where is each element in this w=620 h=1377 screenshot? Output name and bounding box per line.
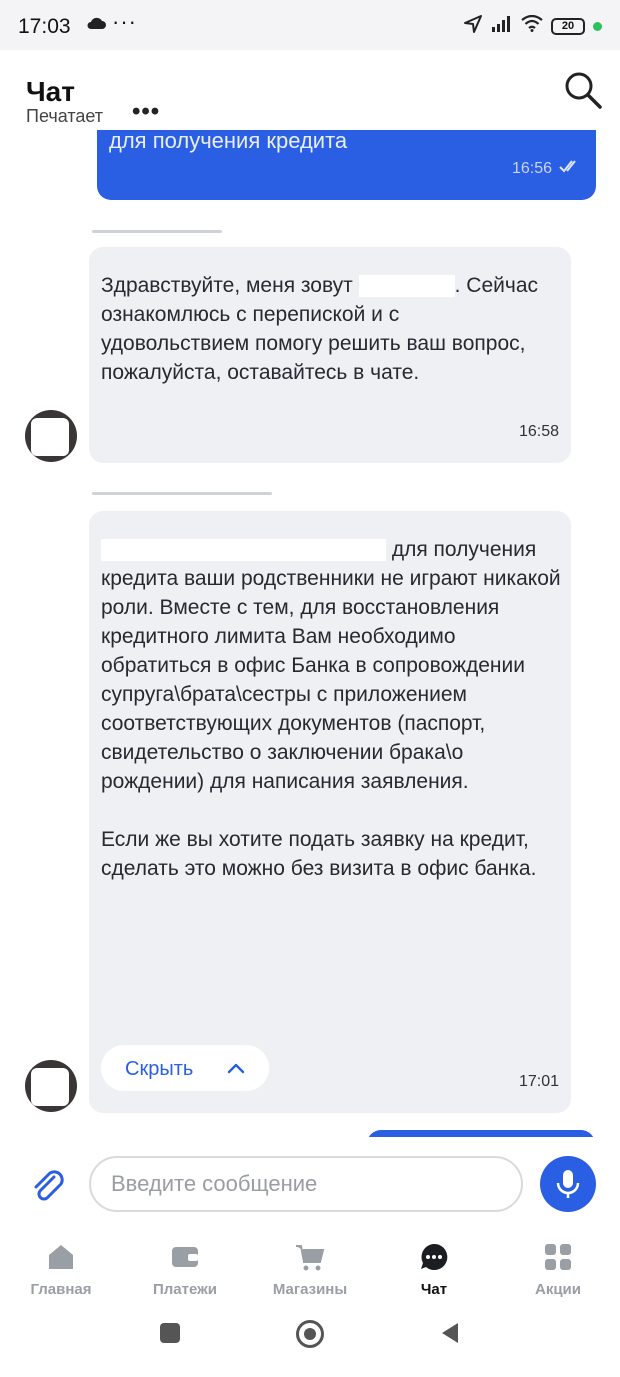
back-icon: [442, 1323, 458, 1343]
avatar: [25, 410, 77, 462]
cloud-icon: [86, 16, 106, 35]
incoming-message: Здравствуйте, меня зовут . Сейчас ознако…: [89, 247, 571, 463]
hide-button-label: Скрыть: [125, 1058, 194, 1080]
message-input[interactable]: [89, 1156, 523, 1212]
tab-shops[interactable]: Магазины: [255, 1241, 365, 1298]
grid-icon: [503, 1241, 613, 1273]
tab-payments[interactable]: Платежи: [130, 1241, 240, 1298]
status-time: 17:03: [18, 15, 71, 38]
back-button[interactable]: [440, 1321, 460, 1350]
search-icon: [565, 72, 602, 109]
recent-apps-button[interactable]: [160, 1323, 180, 1343]
message-text: для получения кредита ваши родственники …: [101, 538, 561, 793]
status-bar: 17:03 ··· 20: [0, 0, 620, 50]
outgoing-message-partial: [367, 1130, 595, 1137]
chat-header: Чат Печатает •••: [0, 50, 620, 130]
home-button[interactable]: [296, 1320, 324, 1348]
location-icon: [463, 14, 483, 39]
tab-label: Платежи: [153, 1281, 217, 1298]
sender-name-redacted: [92, 230, 222, 233]
hide-button[interactable]: Скрыть: [101, 1045, 269, 1091]
voice-message-button[interactable]: [540, 1156, 596, 1212]
tab-chat[interactable]: Чат: [379, 1241, 489, 1298]
bottom-navigation: Главная Платежи Магазины Чат Акции: [0, 1227, 620, 1307]
redacted-name: [358, 275, 455, 298]
message-text-paragraph: Если же вы хотите подать заявку на креди…: [101, 828, 537, 880]
privacy-indicator-icon: [593, 21, 602, 31]
tab-label: Главная: [30, 1281, 92, 1298]
incoming-message: для получения кредита ваши родственники …: [89, 511, 571, 1113]
typing-dots-icon: •••: [132, 98, 161, 125]
microphone-icon: [556, 1170, 580, 1198]
attach-button[interactable]: [28, 1165, 68, 1210]
outgoing-message: для получения кредита 16:56: [97, 130, 596, 200]
tab-label: Магазины: [272, 1281, 348, 1298]
tab-label: Акции: [534, 1281, 581, 1298]
signal-icon: [491, 15, 513, 37]
redacted-text: [101, 539, 386, 562]
home-icon: [6, 1241, 116, 1273]
battery-icon: 20: [551, 17, 585, 35]
wallet-icon: [130, 1241, 240, 1273]
chat-messages[interactable]: для получения кредита 16:56 Здравствуйте…: [0, 130, 620, 1137]
system-navigation-bar: [0, 1307, 620, 1377]
message-time: 17:01: [518, 1073, 559, 1090]
chevron-up-icon: [227, 1061, 245, 1079]
message-composer: [0, 1137, 620, 1227]
message-time: 16:58: [518, 423, 559, 440]
message-text: Здравствуйте, меня зовут: [101, 274, 359, 297]
paperclip-icon: [34, 1170, 64, 1201]
message-time: 16:56: [511, 160, 552, 177]
sender-name-redacted: [92, 492, 272, 495]
more-notifications-icon: ···: [112, 9, 137, 34]
page-title: Чат: [26, 76, 75, 107]
tab-home[interactable]: Главная: [6, 1241, 116, 1298]
cart-icon: [255, 1241, 365, 1273]
typing-status: Печатает: [26, 106, 104, 126]
read-check-icon: [558, 158, 582, 179]
tab-label: Чат: [420, 1281, 448, 1298]
wifi-icon: [521, 14, 543, 37]
chat-icon: [379, 1241, 489, 1273]
search-button[interactable]: [563, 70, 603, 110]
tab-promotions[interactable]: Акции: [503, 1241, 613, 1298]
avatar: [25, 1060, 77, 1112]
message-text: для получения кредита: [109, 130, 348, 153]
